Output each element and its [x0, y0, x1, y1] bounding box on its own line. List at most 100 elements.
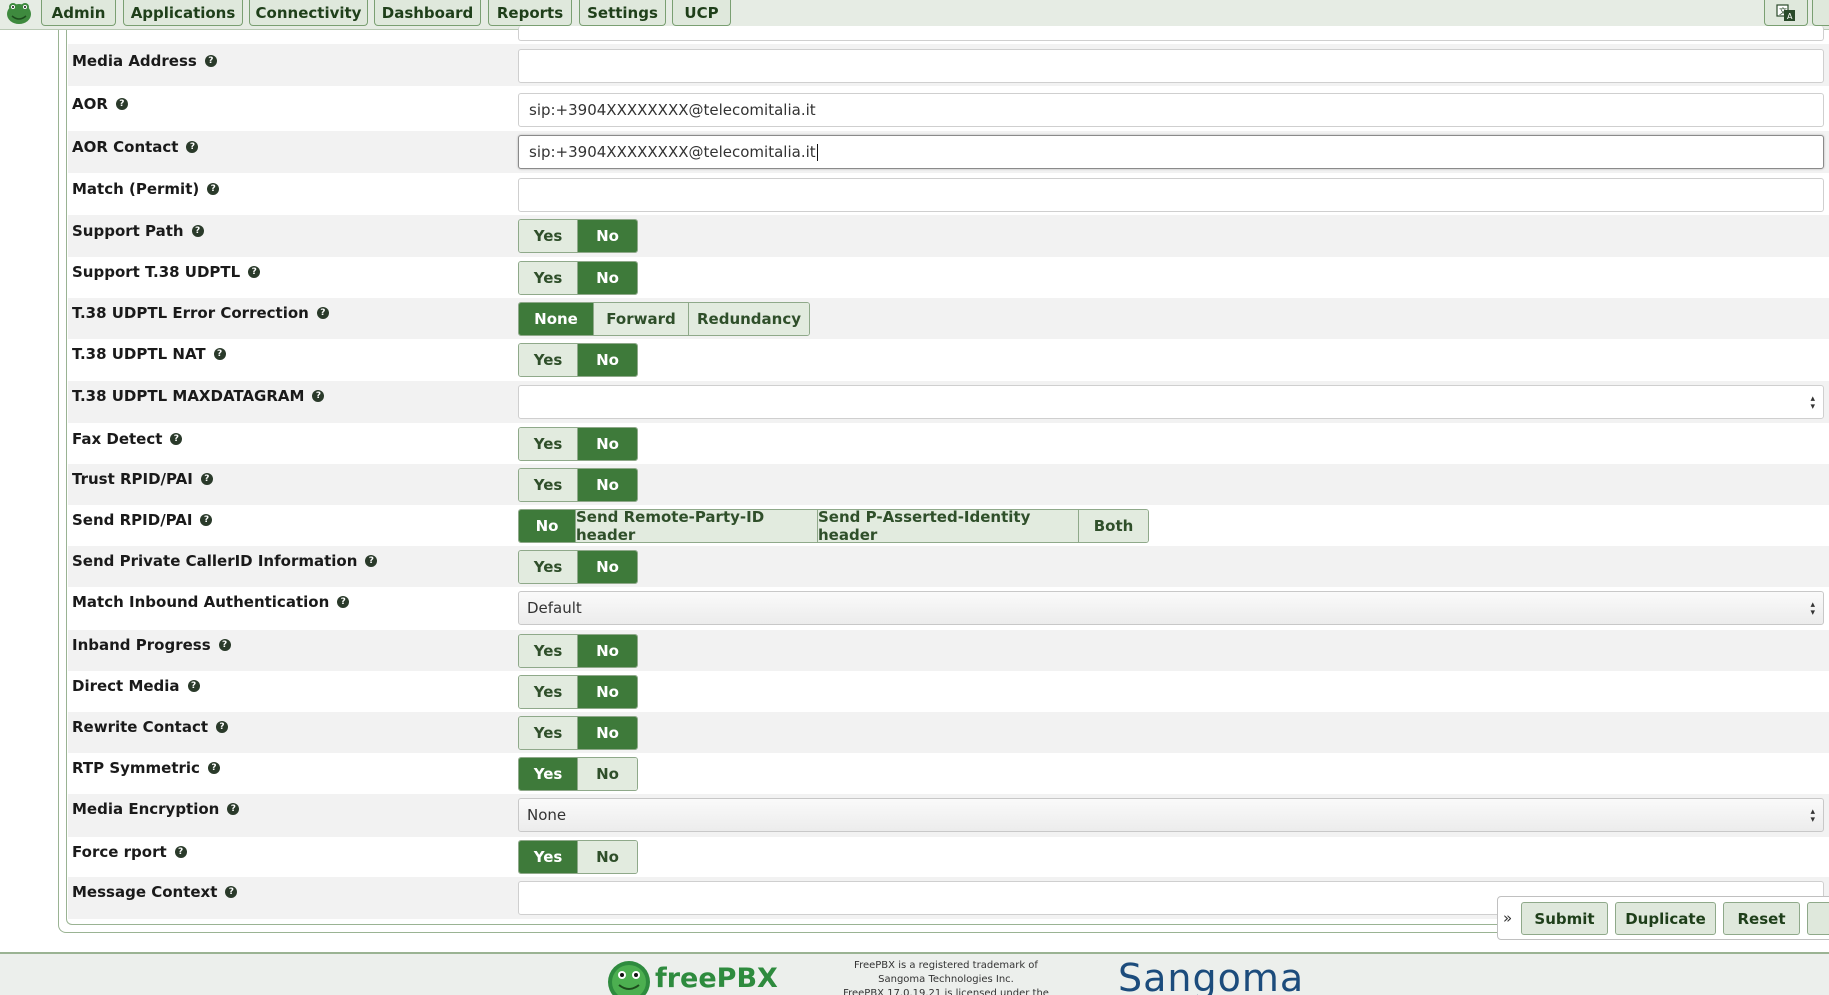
fax-detect-yes[interactable]: Yes — [519, 428, 578, 460]
help-icon[interactable]: ? — [200, 514, 213, 526]
help-icon[interactable]: ? — [227, 803, 240, 815]
t38-maxdatagram-input[interactable]: ▴ ▾ — [518, 385, 1824, 419]
translate-icon: 文 A — [1776, 3, 1795, 21]
t38-error-correction-forward[interactable]: Forward — [594, 303, 689, 335]
help-icon[interactable]: ? — [186, 141, 199, 153]
help-icon[interactable]: ? — [200, 473, 213, 485]
collapse-chevron-icon[interactable]: » — [1503, 909, 1512, 927]
text-cursor — [816, 143, 818, 161]
support-t38-no[interactable]: No — [578, 262, 637, 294]
send-rpid-remote-party-id[interactable]: Send Remote-Party-ID header — [576, 510, 818, 542]
help-icon[interactable]: ? — [248, 266, 261, 278]
nav-dashboard[interactable]: Dashboard — [374, 0, 481, 26]
send-rpid-both[interactable]: Both — [1079, 510, 1148, 542]
direct-media-yes[interactable]: Yes — [519, 676, 578, 708]
nav-reports[interactable]: Reports — [488, 0, 572, 26]
send-rpid-label: Send RPID/PAI? — [72, 511, 213, 529]
row-t38-maxdatagram: T.38 UDPTL MAXDATAGRAM? ▴ ▾ — [68, 381, 1829, 423]
reset-button[interactable]: Reset — [1723, 902, 1800, 935]
submit-button[interactable]: Submit — [1521, 902, 1608, 935]
trust-rpid-no[interactable]: No — [578, 469, 637, 501]
row-fax-detect: Fax Detect? Yes No — [68, 423, 1829, 464]
duplicate-button[interactable]: Duplicate — [1615, 902, 1716, 935]
send-rpid-p-asserted-identity[interactable]: Send P-Asserted-Identity header — [818, 510, 1079, 542]
inband-progress-no[interactable]: No — [578, 635, 637, 667]
help-icon[interactable]: ? — [218, 639, 231, 651]
row-t38-nat: T.38 UDPTL NAT? Yes No — [68, 339, 1829, 381]
help-icon[interactable]: ? — [312, 390, 325, 402]
help-icon[interactable]: ? — [115, 98, 128, 110]
match-permit-input[interactable] — [518, 178, 1824, 212]
freepbx-frog-icon — [608, 961, 650, 995]
svg-text:A: A — [1787, 12, 1793, 21]
nav-applications[interactable]: Applications — [123, 0, 243, 26]
t38-error-correction-redundancy[interactable]: Redundancy — [689, 303, 809, 335]
fax-detect-toggle: Yes No — [518, 427, 638, 461]
aor-label: AOR? — [72, 95, 128, 113]
language-button[interactable]: 文 A — [1764, 0, 1808, 26]
nav-connectivity[interactable]: Connectivity — [249, 0, 368, 26]
help-icon[interactable]: ? — [174, 846, 187, 858]
help-icon[interactable]: ? — [316, 307, 329, 319]
help-icon[interactable]: ? — [207, 183, 220, 195]
t38-nat-yes[interactable]: Yes — [519, 344, 578, 376]
action-bar: » Submit Duplicate Reset — [1497, 896, 1829, 940]
sangoma-logo[interactable]: Sangoma — [1118, 956, 1304, 995]
freepbx-footer-logo[interactable]: freePBX — [607, 960, 778, 995]
inband-progress-yes[interactable]: Yes — [519, 635, 578, 667]
help-icon[interactable]: ? — [225, 886, 238, 898]
aor-contact-input[interactable]: sip:+3904XXXXXXXX@telecomitalia.it — [518, 135, 1824, 169]
support-path-no[interactable]: No — [578, 220, 637, 252]
t38-error-correction-none[interactable]: None — [519, 303, 594, 335]
freepbx-frog-logo-icon[interactable] — [5, 0, 33, 26]
send-private-cid-yes[interactable]: Yes — [519, 551, 578, 583]
number-spinner-icon[interactable]: ▴ ▾ — [1810, 395, 1815, 412]
delete-button-partial[interactable] — [1807, 902, 1829, 935]
help-icon[interactable]: ? — [337, 596, 350, 608]
support-path-label: Support Path? — [72, 222, 204, 240]
t38-error-correction-label: T.38 UDPTL Error Correction? — [72, 304, 329, 322]
media-encryption-select[interactable]: None ▴ ▾ — [518, 798, 1824, 832]
nav-ucp[interactable]: UCP — [672, 0, 731, 26]
force-rport-toggle: Yes No — [518, 840, 638, 874]
help-icon[interactable]: ? — [204, 55, 217, 67]
t38-nat-no[interactable]: No — [578, 344, 637, 376]
nav-settings[interactable]: Settings — [579, 0, 666, 26]
send-private-cid-no[interactable]: No — [578, 551, 637, 583]
help-icon[interactable]: ? — [207, 762, 220, 774]
rewrite-contact-yes[interactable]: Yes — [519, 717, 578, 749]
match-inbound-auth-select[interactable]: Default ▴ ▾ — [518, 591, 1824, 625]
rewrite-contact-no[interactable]: No — [578, 717, 637, 749]
help-icon[interactable]: ? — [191, 225, 204, 237]
row-trust-rpid: Trust RPID/PAI? Yes No — [68, 464, 1829, 505]
media-address-input[interactable] — [518, 49, 1824, 83]
row-media-address: Media Address? — [68, 44, 1829, 86]
row-send-private-cid: Send Private CallerID Information? Yes N… — [68, 546, 1829, 587]
rtp-symmetric-no[interactable]: No — [578, 758, 637, 790]
nav-admin[interactable]: Admin — [41, 0, 116, 26]
help-icon[interactable]: ? — [213, 348, 226, 360]
trust-rpid-yes[interactable]: Yes — [519, 469, 578, 501]
help-icon[interactable]: ? — [170, 433, 183, 445]
send-rpid-no[interactable]: No — [519, 510, 576, 542]
rtp-symmetric-yes[interactable]: Yes — [519, 758, 578, 790]
help-icon[interactable]: ? — [216, 721, 229, 733]
help-icon[interactable]: ? — [187, 680, 200, 692]
trust-rpid-toggle: Yes No — [518, 468, 638, 502]
send-rpid-toggle: No Send Remote-Party-ID header Send P-As… — [518, 509, 1149, 543]
force-rport-yes[interactable]: Yes — [519, 841, 578, 873]
user-menu-button[interactable] — [1812, 0, 1829, 26]
t38-nat-toggle: Yes No — [518, 343, 638, 377]
support-path-toggle: Yes No — [518, 219, 638, 253]
support-t38-yes[interactable]: Yes — [519, 262, 578, 294]
inband-progress-toggle: Yes No — [518, 634, 638, 668]
row-force-rport: Force rport? Yes No — [68, 837, 1829, 877]
force-rport-no[interactable]: No — [578, 841, 637, 873]
previous-field-input[interactable] — [518, 26, 1824, 41]
help-icon[interactable]: ? — [365, 555, 378, 567]
direct-media-no[interactable]: No — [578, 676, 637, 708]
aor-input[interactable]: sip:+3904XXXXXXXX@telecomitalia.it — [518, 93, 1824, 127]
support-path-yes[interactable]: Yes — [519, 220, 578, 252]
fax-detect-no[interactable]: No — [578, 428, 637, 460]
svg-text:文: 文 — [1779, 6, 1787, 16]
